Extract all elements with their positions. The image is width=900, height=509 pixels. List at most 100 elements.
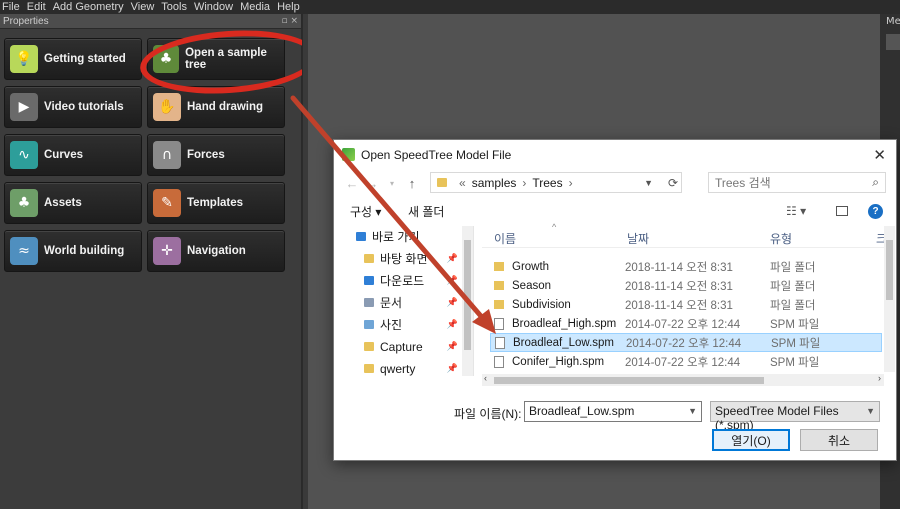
- menu-add-geometry[interactable]: Add Geometry: [51, 0, 129, 14]
- scrollbar-thumb[interactable]: [886, 240, 893, 300]
- back-arrow-icon[interactable]: ←: [342, 176, 362, 191]
- scroll-left-icon[interactable]: ‹: [484, 373, 487, 383]
- file-row[interactable]: Broadleaf_Low.spm 2014-07-22 오후 12:44 SPM …: [490, 333, 882, 352]
- file-row[interactable]: Subdivision 2018-11-14 오전 8:31 파일 폴더: [490, 295, 882, 314]
- nav-item[interactable]: qwerty 📌: [334, 358, 462, 379]
- chevron-down-icon[interactable]: ▼: [644, 178, 653, 188]
- recent-locations-icon[interactable]: ▾: [382, 179, 402, 188]
- file-name: Growth: [512, 260, 550, 273]
- breadcrumb-samples[interactable]: samples: [472, 176, 517, 190]
- menu-tools[interactable]: Tools: [159, 0, 192, 14]
- pin-icon[interactable]: 📌: [447, 297, 458, 308]
- wrench-icon: ✎: [153, 189, 181, 217]
- curves-button[interactable]: ∿ Curves: [4, 134, 142, 176]
- close-icon[interactable]: ✕: [873, 146, 886, 164]
- menu-view[interactable]: View: [129, 0, 160, 14]
- breadcrumb-trees[interactable]: Trees: [532, 176, 562, 190]
- file-type: 파일 폴더: [770, 261, 816, 274]
- scrollbar-thumb[interactable]: [464, 240, 471, 350]
- nav-item[interactable]: 바탕 화면 📌: [334, 248, 462, 269]
- document-icon: [364, 298, 374, 307]
- hand-icon: ✋: [153, 93, 181, 121]
- file-type: 파일 폴더: [770, 280, 816, 293]
- column-date[interactable]: 날짜: [627, 230, 649, 247]
- pin-icon[interactable]: 📌: [447, 253, 458, 264]
- world-building-button[interactable]: ≈ World building: [4, 230, 142, 272]
- chevron-down-icon[interactable]: ▼: [866, 406, 875, 416]
- pin-icon[interactable]: 📌: [447, 341, 458, 352]
- landscape-icon: ≈: [10, 237, 38, 265]
- nav-item[interactable]: 문서 📌: [334, 292, 462, 313]
- file-icon: [495, 336, 505, 349]
- refresh-icon[interactable]: ⟳: [668, 176, 678, 190]
- chevron-down-icon[interactable]: ▼: [688, 406, 697, 416]
- file-name: Season: [512, 279, 552, 292]
- nav-item-label: 사진: [380, 318, 403, 332]
- file-date: 2018-11-14 오전 8:31: [625, 261, 733, 274]
- file-list-horizontal-scrollbar[interactable]: ‹ ›: [482, 373, 884, 386]
- scroll-right-icon[interactable]: ›: [878, 373, 881, 383]
- new-folder-button[interactable]: 새 폴더: [408, 203, 444, 220]
- cancel-button[interactable]: 취소: [800, 429, 878, 451]
- menu-help[interactable]: Help: [275, 0, 305, 14]
- column-type[interactable]: 유형: [770, 230, 792, 247]
- file-type: SPM 파일: [770, 356, 820, 369]
- file-row[interactable]: Conifer_High.spm 2014-07-22 오후 12:44 SPM 파…: [490, 352, 882, 371]
- navigation-row: ← → ▾ ↑ « samples › Trees › ▼ ⟳ Trees 검색…: [334, 170, 896, 196]
- templates-button[interactable]: ✎ Templates: [147, 182, 285, 224]
- nav-item[interactable]: 다운로드 📌: [334, 270, 462, 291]
- file-name: Broadleaf_Low.spm: [513, 336, 615, 349]
- nav-item-label: 바탕 화면: [380, 252, 428, 266]
- pin-icon[interactable]: 📌: [447, 275, 458, 286]
- search-input[interactable]: Trees 검색 ⌕: [708, 172, 886, 193]
- menu-media[interactable]: Media: [238, 0, 275, 14]
- organize-button[interactable]: 구성 ▾: [350, 203, 381, 220]
- nav-item[interactable]: 바로 가기: [334, 226, 462, 247]
- dialog-title: Open SpeedTree Model File: [361, 147, 512, 162]
- menu-window[interactable]: Window: [192, 0, 238, 14]
- column-name[interactable]: 이름: [494, 230, 516, 247]
- hand-tool-icon[interactable]: [886, 34, 900, 50]
- preview-pane-icon[interactable]: [836, 206, 848, 216]
- address-bar[interactable]: « samples › Trees › ▼ ⟳: [430, 172, 682, 193]
- folder-icon: [364, 254, 374, 263]
- pin-icon[interactable]: 📌: [447, 363, 458, 374]
- menu-file[interactable]: File: [0, 0, 25, 14]
- getting-started-button[interactable]: 💡 Getting started: [4, 38, 142, 80]
- navigation-scrollbar[interactable]: [462, 226, 473, 376]
- view-options-icon[interactable]: ☷ ▾: [786, 204, 806, 218]
- up-arrow-icon[interactable]: ↑: [402, 176, 422, 191]
- nav-item[interactable]: Capture 📌: [334, 336, 462, 357]
- menu-edit[interactable]: Edit: [25, 0, 51, 14]
- forces-button[interactable]: ∩ Forces: [147, 134, 285, 176]
- nav-item-label: 문서: [380, 296, 403, 310]
- panel-window-controls[interactable]: ▫ ×: [281, 16, 298, 26]
- nav-item[interactable]: 사진 📌: [334, 314, 462, 335]
- open-button[interactable]: 열기(O): [712, 429, 790, 451]
- forward-arrow-icon[interactable]: →: [362, 176, 382, 191]
- world-building-label: World building: [44, 245, 125, 257]
- file-date: 2018-11-14 오전 8:31: [625, 280, 733, 293]
- video-tutorials-button[interactable]: ▶ Video tutorials: [4, 86, 142, 128]
- menu-bar: File Edit Add Geometry View Tools Window…: [0, 0, 900, 14]
- navigation-button[interactable]: ✛ Navigation: [147, 230, 285, 272]
- breadcrumb-separator: ›: [568, 175, 573, 190]
- dialog-toolbar: 구성 ▾ 새 폴더 ☷ ▾ ?: [334, 200, 896, 222]
- breadcrumb-overflow[interactable]: «: [453, 176, 472, 190]
- search-icon[interactable]: ⌕: [872, 175, 879, 190]
- file-row[interactable]: Broadleaf_High.spm 2014-07-22 오후 12:44 SPM…: [490, 314, 882, 333]
- file-list-header: 이름 ^ 날짜 유형 크: [482, 222, 887, 248]
- scrollbar-thumb[interactable]: [494, 377, 764, 384]
- assets-button[interactable]: ♣ Assets: [4, 182, 142, 224]
- folder-icon: [437, 178, 447, 187]
- file-row[interactable]: Growth 2018-11-14 오전 8:31 파일 폴더: [490, 257, 882, 276]
- pin-icon[interactable]: 📌: [447, 319, 458, 330]
- file-row[interactable]: Season 2018-11-14 오전 8:31 파일 폴더: [490, 276, 882, 295]
- filename-label: 파일 이름(N):: [454, 407, 522, 421]
- filetype-select[interactable]: SpeedTree Model Files (*.spm) ▼: [710, 401, 880, 432]
- filename-input[interactable]: Broadleaf_Low.spm ▼: [524, 401, 702, 422]
- curves-label: Curves: [44, 149, 83, 161]
- file-list-vertical-scrollbar[interactable]: [884, 226, 895, 372]
- file-name: Subdivision: [512, 298, 571, 311]
- help-icon[interactable]: ?: [868, 203, 883, 219]
